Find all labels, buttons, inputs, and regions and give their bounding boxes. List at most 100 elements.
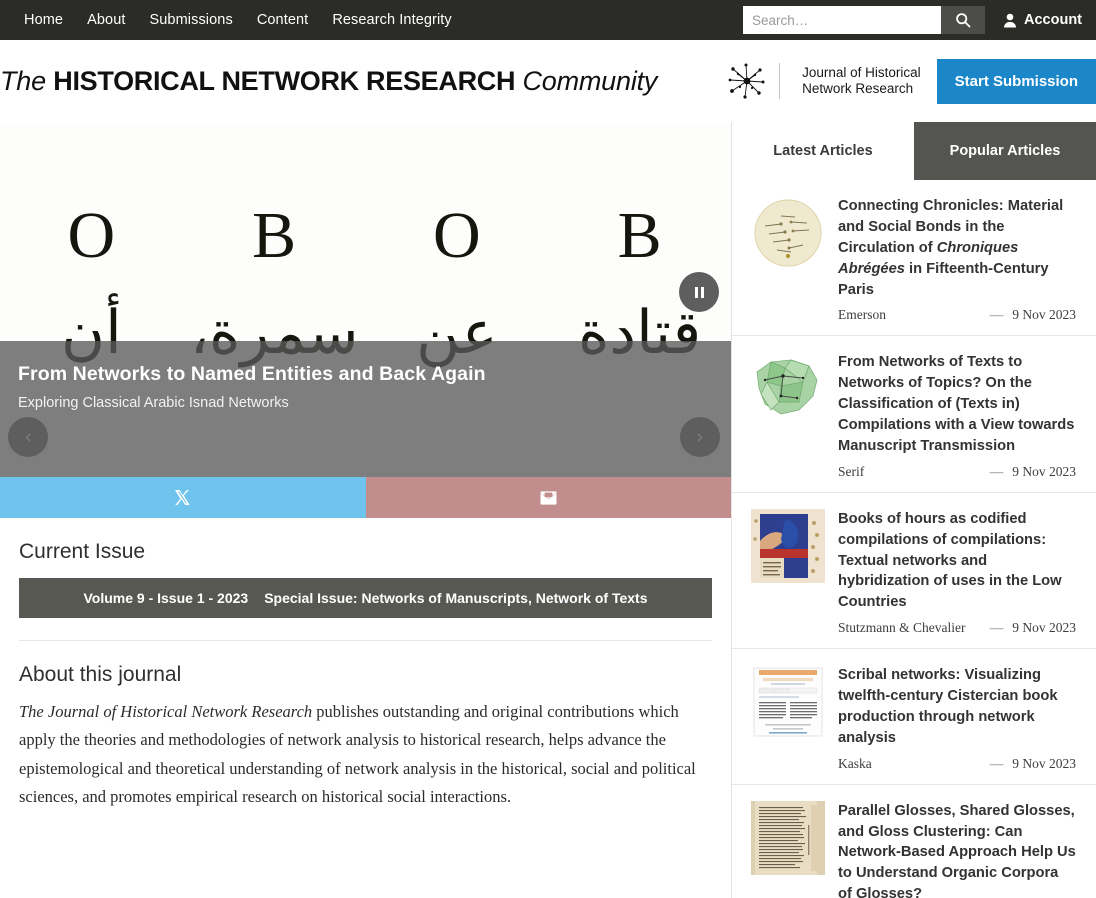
- hero-latin-row: O B O B: [0, 198, 731, 274]
- carousel-pause-button[interactable]: [679, 272, 719, 312]
- article-author: Serif: [838, 463, 865, 479]
- article-date: 9 Nov 2023: [1012, 755, 1076, 771]
- article-meta: Serif — 9 Nov 2023: [838, 464, 1076, 480]
- left-column: O B O B أن سمرة، عن قتادة ‹ ›: [0, 122, 731, 898]
- hero-glyph: B: [252, 199, 297, 272]
- nav-right-group: Account: [743, 0, 1096, 40]
- nav-item-submissions[interactable]: Submissions: [138, 0, 245, 40]
- masthead: The HISTORICAL NETWORK RESEARCH Communit…: [0, 40, 1096, 122]
- article-thumbnail: [751, 352, 825, 427]
- article-list-item[interactable]: Scribal networks: Visualizing twelfth-ce…: [732, 649, 1096, 785]
- nav-item-content[interactable]: Content: [245, 0, 321, 40]
- current-issue-section: Current Issue Volume 9 - Issue 1 - 2023 …: [0, 540, 731, 641]
- hero-carousel: O B O B أن سمرة، عن قتادة ‹ ›: [0, 122, 731, 477]
- article-title: Connecting Chronicles: Material and Soci…: [838, 196, 1076, 300]
- journal-name-line2: Network Research: [802, 81, 914, 96]
- site-title-community: Community: [522, 65, 658, 96]
- tab-latest-articles[interactable]: Latest Articles: [732, 122, 914, 180]
- journal-name: Journal of Historical Network Research: [802, 65, 921, 98]
- about-emphasis: The Journal of Historical Network Resear…: [19, 702, 313, 721]
- site-title-main: HISTORICAL NETWORK RESEARCH: [53, 65, 516, 96]
- tab-popular-articles[interactable]: Popular Articles: [914, 122, 1096, 180]
- top-navigation-bar: Home About Submissions Content Research …: [0, 0, 1096, 40]
- article-thumbnail: [751, 665, 825, 740]
- social-share-bar: [0, 477, 731, 518]
- section-divider: [19, 640, 712, 641]
- sidebar-articles: Latest Articles Popular Articles Connect…: [731, 122, 1096, 898]
- hero-glyph: O: [67, 199, 116, 272]
- current-issue-volume: Volume 9 - Issue 1 - 2023: [83, 590, 249, 606]
- article-title-pre: Books of hours as codified compilations …: [838, 510, 1062, 611]
- article-author: Kaska: [838, 755, 872, 771]
- hero-glyph: O: [433, 199, 481, 272]
- person-icon: [1003, 13, 1017, 28]
- journal-name-line1: Journal of Historical: [802, 64, 921, 80]
- x-icon: [175, 490, 190, 505]
- nav-item-research-integrity[interactable]: Research Integrity: [320, 0, 463, 40]
- main-layout: O B O B أن سمرة، عن قتادة ‹ ›: [0, 122, 1096, 898]
- brand-block: Journal of Historical Network Research S…: [726, 58, 1096, 104]
- article-list-item[interactable]: Parallel Glosses, Shared Glosses, and Gl…: [732, 785, 1096, 898]
- article-date: 9 Nov 2023: [1012, 307, 1076, 323]
- start-submission-button[interactable]: Start Submission: [936, 58, 1096, 104]
- article-date: 9 Nov 2023: [1012, 463, 1076, 479]
- hero-glyph: B: [617, 199, 662, 272]
- share-email-button[interactable]: [365, 477, 731, 518]
- search-icon: [955, 12, 971, 28]
- article-meta: Stutzmann & Chevalier — 9 Nov 2023: [838, 620, 1076, 636]
- search-box: [743, 6, 985, 34]
- article-author: Emerson: [838, 307, 886, 323]
- current-issue-heading: Current Issue: [19, 540, 146, 563]
- account-button[interactable]: Account: [985, 12, 1096, 28]
- account-label: Account: [1024, 12, 1082, 28]
- article-tabs: Latest Articles Popular Articles: [732, 122, 1096, 180]
- current-issue-bar[interactable]: Volume 9 - Issue 1 - 2023 Special Issue:…: [19, 578, 712, 618]
- article-body: Parallel Glosses, Shared Glosses, and Gl…: [838, 801, 1076, 898]
- pause-icon: [694, 286, 704, 298]
- article-meta: Kaska — 9 Nov 2023: [838, 756, 1076, 772]
- article-title: From Networks of Texts to Networks of To…: [838, 352, 1076, 456]
- article-body: Scribal networks: Visualizing twelfth-ce…: [838, 665, 1076, 772]
- network-nodes-icon: [726, 60, 768, 102]
- article-title: Books of hours as codified compilations …: [838, 509, 1076, 613]
- about-body: The Journal of Historical Network Resear…: [19, 698, 712, 812]
- hero-subtitle: Exploring Classical Arabic Isnad Network…: [18, 395, 289, 411]
- article-title-pre: From Networks of Texts to Networks of To…: [838, 354, 1075, 454]
- article-list-item[interactable]: Books of hours as codified compilations …: [732, 493, 1096, 650]
- article-body: From Networks of Texts to Networks of To…: [838, 352, 1076, 479]
- article-title-pre: Scribal networks: Visualizing twelfth-ce…: [838, 667, 1058, 746]
- article-meta-dash: —: [989, 307, 1004, 323]
- article-meta-dash: —: [989, 620, 1004, 636]
- search-input[interactable]: [743, 6, 941, 34]
- article-thumbnail: [751, 800, 825, 875]
- article-meta-dash: —: [989, 755, 1004, 771]
- search-button[interactable]: [941, 6, 985, 34]
- about-heading: About this journal: [19, 663, 182, 686]
- envelope-icon: [540, 490, 557, 505]
- article-title-pre: Parallel Glosses, Shared Glosses, and Gl…: [838, 802, 1076, 898]
- logo-divider: [779, 63, 781, 99]
- hero-title: From Networks to Named Entities and Back…: [18, 363, 486, 385]
- site-title[interactable]: The HISTORICAL NETWORK RESEARCH Communit…: [0, 66, 657, 97]
- article-body: Books of hours as codified compilations …: [838, 509, 1076, 636]
- article-author: Stutzmann & Chevalier: [838, 620, 966, 636]
- journal-logo-group[interactable]: Journal of Historical Network Research: [726, 60, 937, 102]
- article-thumbnail: [751, 196, 825, 270]
- site-title-the: The: [0, 65, 46, 96]
- about-journal-section: About this journal The Journal of Histor…: [0, 663, 731, 812]
- share-x-button[interactable]: [0, 477, 366, 518]
- article-body: Connecting Chronicles: Material and Soci…: [838, 196, 1076, 323]
- article-meta-dash: —: [989, 463, 1004, 479]
- article-list-item[interactable]: Connecting Chronicles: Material and Soci…: [732, 180, 1096, 337]
- article-title: Scribal networks: Visualizing twelfth-ce…: [838, 665, 1076, 749]
- article-date: 9 Nov 2023: [1012, 620, 1076, 636]
- nav-item-about[interactable]: About: [75, 0, 137, 40]
- hero-caption[interactable]: From Networks to Named Entities and Back…: [0, 341, 731, 477]
- article-meta: Emerson — 9 Nov 2023: [838, 307, 1076, 323]
- article-thumbnail: [751, 508, 825, 583]
- nav-item-home[interactable]: Home: [12, 0, 75, 40]
- nav-links: Home About Submissions Content Research …: [0, 0, 464, 40]
- article-title: Parallel Glosses, Shared Glosses, and Gl…: [838, 801, 1076, 898]
- article-list-item[interactable]: From Networks of Texts to Networks of To…: [732, 336, 1096, 493]
- current-issue-special: Special Issue: Networks of Manuscripts, …: [264, 590, 648, 606]
